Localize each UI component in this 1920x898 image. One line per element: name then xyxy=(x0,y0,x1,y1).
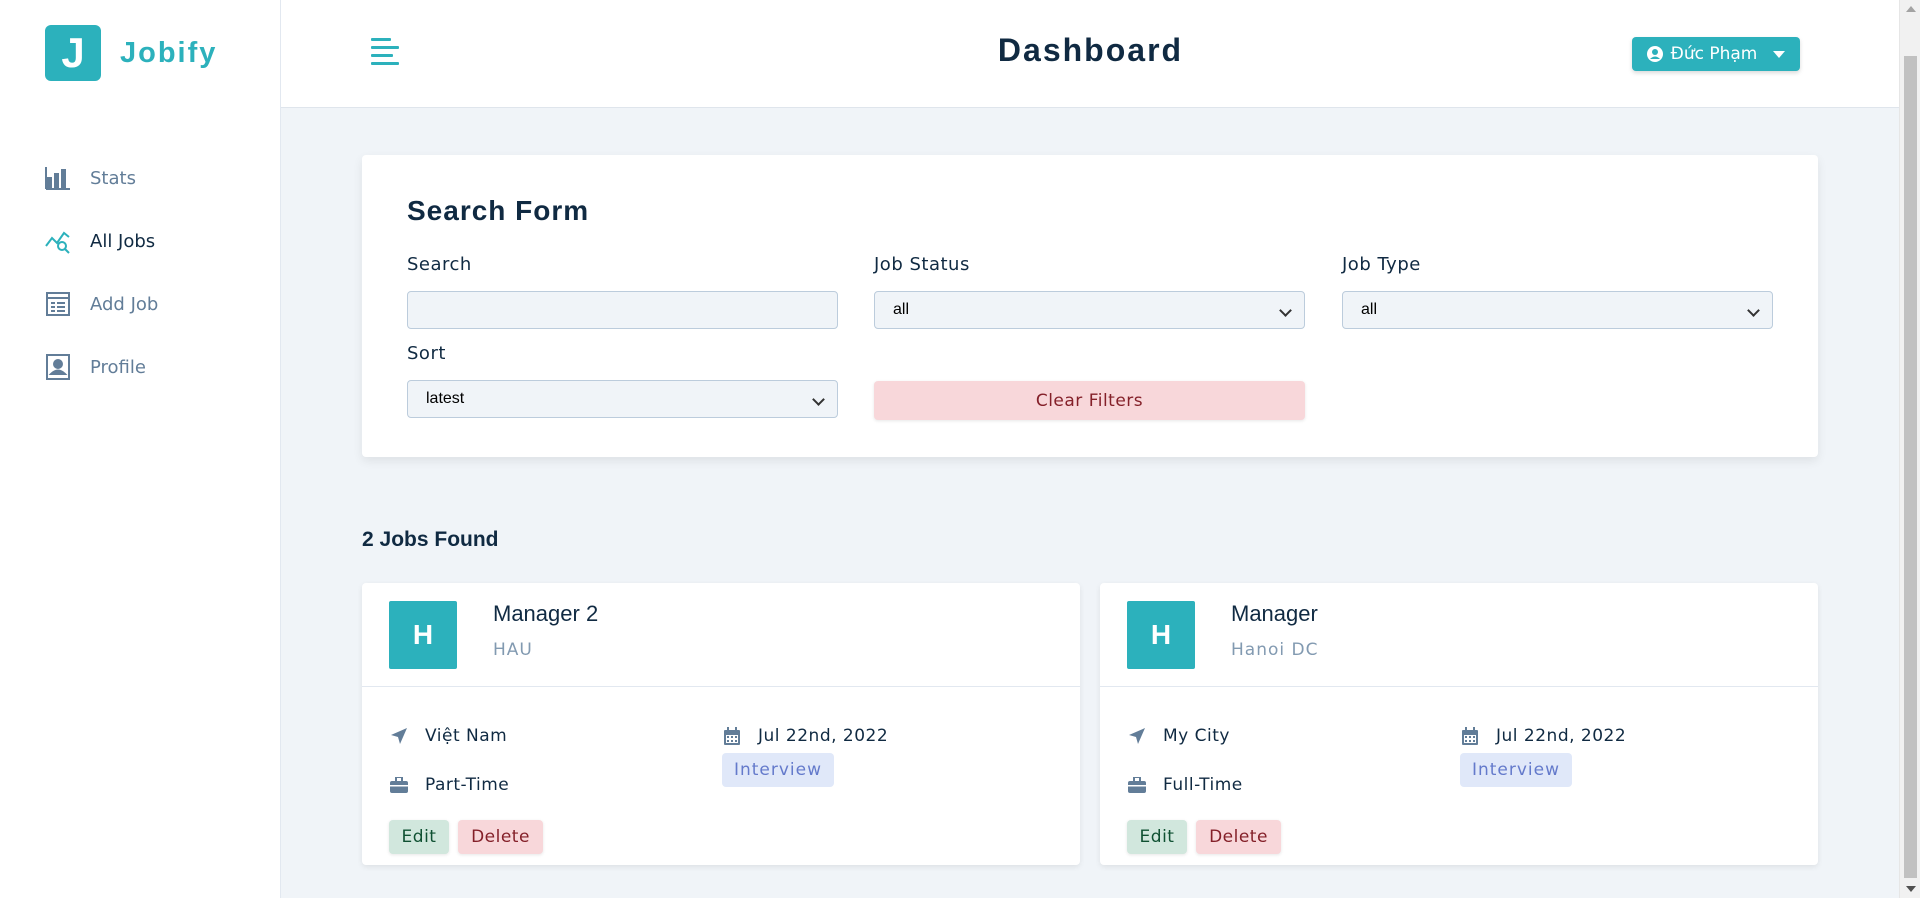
job-status-label: Job Status xyxy=(874,254,970,275)
briefcase-icon xyxy=(1127,775,1147,795)
job-card: H Manager Hanoi DC My City Jul 22nd, 202… xyxy=(1100,583,1818,865)
status-badge: Interview xyxy=(1460,753,1572,787)
user-name: Đức Phạm xyxy=(1670,44,1758,64)
search-form: Search Form Search Job Status all Job Ty… xyxy=(362,155,1818,457)
job-type-text: Full-Time xyxy=(1163,775,1243,795)
sidebar-item-label: All Jobs xyxy=(90,230,156,252)
logo-mark: J xyxy=(45,25,101,81)
calendar-icon xyxy=(1460,726,1480,746)
job-type: Part-Time xyxy=(389,775,509,795)
sidebar-item-label: Profile xyxy=(90,356,146,378)
job-location: Việt Nam xyxy=(389,726,507,746)
job-date-text: Jul 22nd, 2022 xyxy=(1496,726,1627,746)
sort-select[interactable]: latest xyxy=(407,380,838,418)
main-content: Search Form Search Job Status all Job Ty… xyxy=(281,108,1900,898)
job-status-value: all xyxy=(893,301,910,318)
edit-button[interactable]: Edit xyxy=(1127,820,1187,854)
logo-text: Jobify xyxy=(120,36,218,69)
job-company: Hanoi DC xyxy=(1231,640,1319,660)
location-arrow-icon xyxy=(1127,726,1147,746)
job-location: My City xyxy=(1127,726,1230,746)
job-type-value: all xyxy=(1361,301,1378,318)
top-navbar: Dashboard Đức Phạm xyxy=(281,0,1900,108)
caret-down-icon xyxy=(1773,50,1786,58)
company-avatar: H xyxy=(389,601,457,669)
job-card-header: H Manager Hanoi DC xyxy=(1100,583,1818,687)
company-avatar: H xyxy=(1127,601,1195,669)
sidebar-item-add-job[interactable]: Add Job xyxy=(45,284,158,324)
sidebar-item-stats[interactable]: Stats xyxy=(45,158,158,198)
profile-icon xyxy=(45,354,71,380)
job-date: Jul 22nd, 2022 xyxy=(1460,726,1626,746)
sidebar-item-profile[interactable]: Profile xyxy=(45,347,158,387)
search-input[interactable] xyxy=(407,291,838,329)
query-stats-icon xyxy=(45,228,71,254)
sidebar-item-label: Stats xyxy=(90,167,136,189)
sidebar-nav: Stats All Jobs Add Job Profile xyxy=(45,158,158,410)
job-type-select[interactable]: all xyxy=(1342,291,1773,329)
search-label: Search xyxy=(407,254,472,275)
calendar-icon xyxy=(722,726,742,746)
edit-button[interactable]: Edit xyxy=(389,820,449,854)
sidebar: J Jobify Stats All Jobs Add Job Profile xyxy=(0,0,281,898)
scroll-up-arrow-icon[interactable] xyxy=(1906,6,1916,12)
job-type: Full-Time xyxy=(1127,775,1243,795)
job-position: Manager xyxy=(1231,601,1318,626)
scrollbar-thumb[interactable] xyxy=(1904,56,1917,878)
search-form-title: Search Form xyxy=(407,195,590,226)
job-company: HAU xyxy=(493,640,533,660)
logo[interactable]: J Jobify xyxy=(45,25,217,81)
job-card-header: H Manager 2 HAU xyxy=(362,583,1080,687)
job-date-text: Jul 22nd, 2022 xyxy=(758,726,889,746)
job-type-label: Job Type xyxy=(1342,254,1421,275)
status-badge: Interview xyxy=(722,753,834,787)
location-arrow-icon xyxy=(389,726,409,746)
job-type-text: Part-Time xyxy=(425,775,510,795)
sort-label: Sort xyxy=(407,343,446,364)
job-status-select[interactable]: all xyxy=(874,291,1305,329)
user-menu-button[interactable]: Đức Phạm xyxy=(1632,37,1800,71)
job-location-text: My City xyxy=(1163,726,1230,746)
sidebar-item-label: Add Job xyxy=(90,293,159,315)
job-date: Jul 22nd, 2022 xyxy=(722,726,888,746)
bar-chart-icon xyxy=(45,165,71,191)
form-icon xyxy=(45,291,71,317)
user-circle-icon xyxy=(1646,46,1663,62)
clear-filters-button[interactable]: Clear Filters xyxy=(874,381,1305,420)
delete-button[interactable]: Delete xyxy=(458,820,543,854)
delete-button[interactable]: Delete xyxy=(1196,820,1281,854)
scroll-down-arrow-icon[interactable] xyxy=(1906,886,1916,892)
sidebar-item-all-jobs[interactable]: All Jobs xyxy=(45,221,158,261)
job-position: Manager 2 xyxy=(493,601,599,626)
page-scrollbar[interactable] xyxy=(1899,0,1920,898)
briefcase-icon xyxy=(389,775,409,795)
job-location-text: Việt Nam xyxy=(425,726,508,746)
job-card: H Manager 2 HAU Việt Nam Jul 22nd, 2022 … xyxy=(362,583,1080,865)
sort-value: latest xyxy=(426,390,465,407)
jobs-found-count: 2 Jobs Found xyxy=(362,528,499,551)
